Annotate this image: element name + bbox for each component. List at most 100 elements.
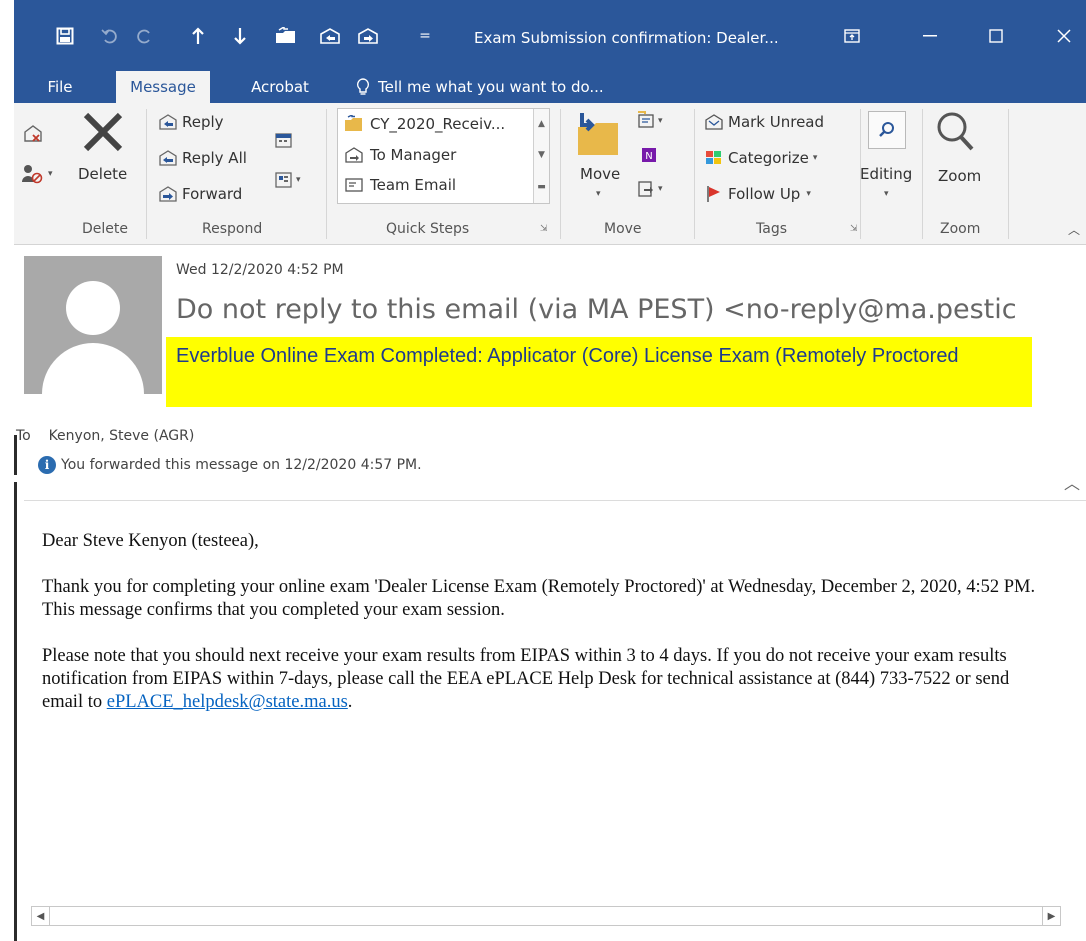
tags-group-label: Tags — [756, 221, 787, 237]
greeting: Dear Steve Kenyon (testeea), — [42, 531, 259, 551]
categorize-button[interactable]: Categorize ▾ — [704, 149, 817, 167]
junk-icon[interactable]: ▾ — [20, 163, 53, 185]
tab-message[interactable]: Message — [116, 71, 210, 103]
reply-all-label: Reply All — [182, 149, 247, 167]
forward-button[interactable]: Forward — [158, 185, 242, 203]
quick-step-label: Team Email — [370, 176, 457, 194]
editing-search-icon[interactable] — [868, 111, 906, 149]
minimize-icon[interactable] — [910, 20, 950, 52]
maximize-icon[interactable] — [976, 20, 1016, 52]
recipient[interactable]: Kenyon, Steve (AGR) — [49, 428, 195, 444]
ignore-icon[interactable] — [22, 123, 44, 145]
delete-group-label: Delete — [82, 221, 128, 237]
forward-label: Forward — [182, 185, 243, 203]
zoom-group-label: Zoom — [940, 221, 981, 237]
quick-steps-scrollbar[interactable]: ▲ ▼ ▬ — [533, 109, 549, 203]
ribbon: ▾ Delete Delete Reply Reply All Forward … — [14, 103, 1086, 245]
quick-step-team-email[interactable]: Team Email — [344, 176, 456, 194]
reply-all-icon — [159, 150, 177, 166]
onenote-icon[interactable]: N — [640, 145, 660, 165]
delete-x-icon[interactable] — [80, 109, 126, 155]
ribbon-separator — [694, 109, 695, 239]
message-body: Dear Steve Kenyon (testeea), Thank you f… — [42, 530, 1042, 737]
sender[interactable]: Do not reply to this email (via MA PEST)… — [176, 294, 1081, 325]
scroll-left-icon[interactable]: ◀ — [32, 907, 50, 925]
scroll-right-icon[interactable]: ▶ — [1042, 907, 1060, 925]
sent-date: Wed 12/2/2020 4:52 PM — [176, 262, 344, 278]
editing-dropdown-arrow[interactable]: ▾ — [884, 189, 889, 199]
body-paragraph: Thank you for completing your online exa… — [42, 577, 1036, 620]
quick-step-to-manager[interactable]: To Manager — [344, 146, 456, 164]
ribbon-separator — [560, 109, 561, 239]
header-divider — [24, 500, 1086, 501]
quick-step-label: CY_2020_Receiv... — [370, 115, 506, 133]
meeting-icon[interactable] — [274, 131, 294, 149]
forward-icon[interactable] — [354, 22, 382, 50]
mail-arrow-icon — [345, 147, 363, 163]
categorize-label: Categorize — [728, 149, 809, 167]
more-respond-icon[interactable]: ▾ — [274, 171, 301, 189]
up-arrow-icon[interactable] — [186, 22, 210, 50]
follow-up-label: Follow Up — [728, 185, 801, 203]
move-folder-icon[interactable] — [574, 111, 622, 157]
horizontal-scrollbar[interactable]: ◀ ▶ — [31, 906, 1061, 926]
quick-step-label: To Manager — [370, 146, 457, 164]
title-bar: = Exam Submission confirmation: Dealer..… — [14, 0, 1086, 69]
tab-acrobat[interactable]: Acrobat — [240, 71, 320, 103]
move-group-label: Move — [604, 221, 642, 237]
follow-up-button[interactable]: Follow Up ▾ — [706, 185, 811, 203]
tell-me-search[interactable]: Tell me what you want to do... — [356, 71, 666, 103]
zoom-icon[interactable] — [932, 109, 978, 155]
move-to-folder-icon[interactable] — [272, 22, 300, 50]
folder-move-icon — [345, 115, 362, 131]
info-text: You forwarded this message on 12/2/2020 … — [61, 457, 422, 473]
editing-button[interactable]: Editing — [860, 165, 912, 183]
ribbon-tab-row: File Message Acrobat Tell me what you wa… — [14, 69, 1086, 103]
tell-me-text: Tell me what you want to do... — [378, 78, 604, 96]
down-arrow-icon[interactable] — [228, 22, 252, 50]
categorize-icon — [706, 151, 721, 164]
quick-steps-group-label: Quick Steps — [386, 221, 470, 237]
left-border — [14, 482, 17, 941]
dialog-launcher-icon[interactable]: ⇲ — [540, 224, 548, 234]
reply-all-button[interactable]: Reply All — [158, 149, 247, 167]
reply-label: Reply — [182, 113, 224, 131]
body-paragraph: Please note that you should next receive… — [42, 645, 1042, 714]
dialog-launcher-icon[interactable]: ⇲ — [850, 224, 858, 234]
customize-toolbar-icon[interactable]: = — [416, 22, 434, 50]
quick-steps-gallery: CY_2020_Receiv... To Manager Team Email … — [337, 108, 550, 204]
ribbon-separator — [1008, 109, 1009, 239]
subject: Everblue Online Exam Completed: Applicat… — [166, 337, 1032, 407]
to-row: To Kenyon, Steve (AGR) — [16, 428, 194, 444]
left-border — [14, 435, 17, 475]
reply-with-meeting-icon[interactable] — [316, 22, 344, 50]
move-button[interactable]: Move — [580, 165, 620, 183]
forward-mail-icon — [159, 186, 177, 202]
period: . — [347, 692, 353, 712]
window-title: Exam Submission confirmation: Dealer... — [474, 29, 779, 47]
redo-icon[interactable] — [132, 22, 156, 50]
collapse-header-icon[interactable]: ︿ — [1064, 470, 1080, 494]
respond-group-label: Respond — [202, 221, 263, 237]
mark-unread-button[interactable]: Mark Unread — [704, 113, 824, 131]
actions-icon[interactable]: ▾ — [636, 179, 663, 199]
tab-file[interactable]: File — [30, 71, 90, 103]
info-icon: i — [38, 456, 56, 474]
reply-button[interactable]: Reply — [158, 113, 224, 131]
quick-step-cy2020[interactable]: CY_2020_Receiv... — [344, 115, 505, 133]
ribbon-display-icon[interactable] — [832, 20, 872, 52]
rules-icon[interactable]: ▾ — [636, 111, 663, 131]
close-icon[interactable] — [1044, 20, 1084, 52]
zoom-button[interactable]: Zoom — [938, 167, 981, 185]
move-dropdown-arrow[interactable]: ▾ — [596, 189, 601, 199]
lightbulb-icon — [356, 78, 370, 95]
helpdesk-email-link[interactable]: ePLACE_helpdesk@state.ma.us — [107, 692, 348, 712]
info-bar[interactable]: i You forwarded this message on 12/2/202… — [38, 456, 422, 474]
flag-icon — [707, 186, 720, 202]
save-icon[interactable] — [52, 22, 78, 50]
team-email-icon — [345, 178, 363, 192]
to-label: To — [16, 428, 31, 444]
collapse-ribbon-icon[interactable]: ︿ — [1068, 221, 1080, 238]
undo-icon[interactable] — [98, 22, 122, 50]
delete-button[interactable]: Delete — [78, 165, 127, 183]
